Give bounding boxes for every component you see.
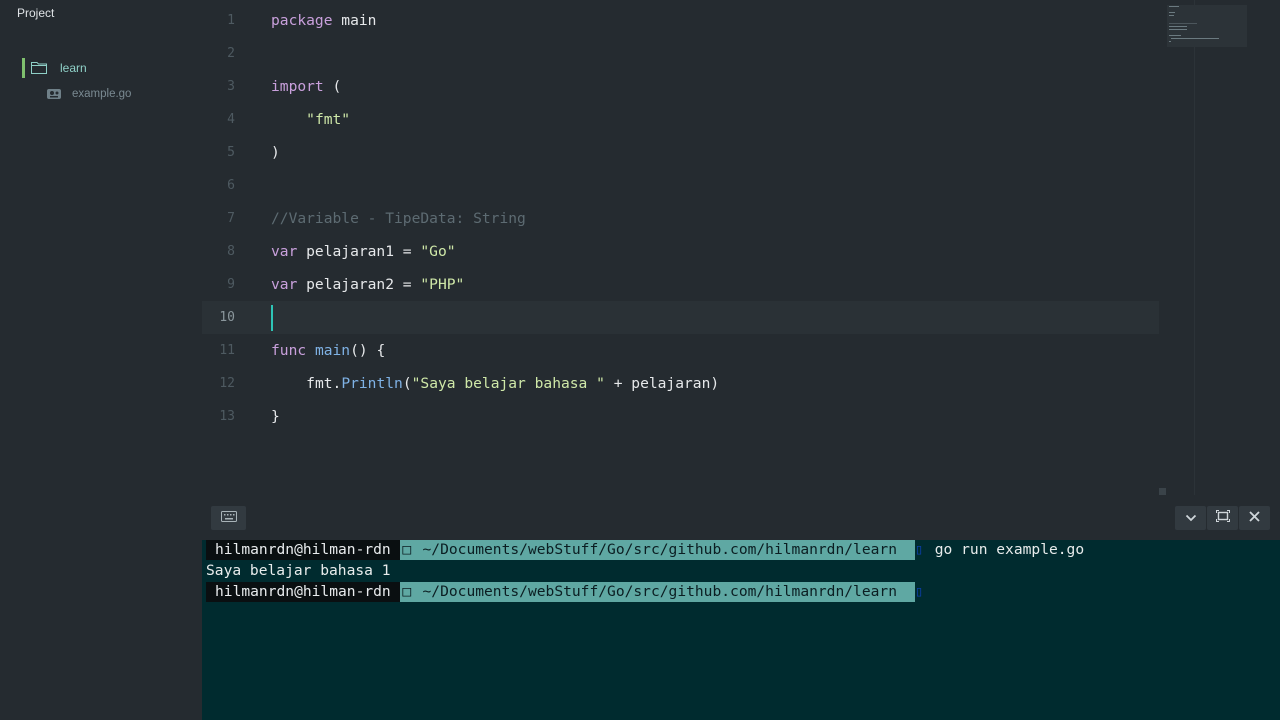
folder-label: learn	[60, 61, 87, 75]
code-text: }	[271, 408, 280, 425]
terminal-command: go run example.go	[934, 541, 1085, 558]
chevron-down-icon	[1185, 509, 1197, 527]
line-number: 12	[219, 376, 235, 391]
prompt-path: ~/Documents/webStuff/Go/src/github.com/h…	[413, 582, 915, 602]
line-number: 7	[227, 211, 235, 226]
wrap-guide	[1194, 0, 1195, 495]
line-number: 8	[227, 244, 235, 259]
prompt-separator-icon: □	[399, 582, 414, 602]
code-line[interactable]: 4 "fmt"	[202, 103, 1159, 136]
keyboard-icon	[220, 509, 237, 527]
maximize-terminal-button[interactable]	[1207, 506, 1238, 530]
go-file-icon	[47, 88, 61, 100]
prompt-path: ~/Documents/webStuff/Go/src/github.com/h…	[413, 540, 915, 560]
function-name: Println	[341, 375, 403, 392]
prompt-user: hilmanrdn@hilman-rdn	[206, 582, 400, 602]
minimap[interactable]	[1167, 5, 1247, 47]
line-number: 4	[227, 112, 235, 127]
line-number: 2	[227, 46, 235, 61]
string-literal: "PHP"	[420, 276, 465, 293]
line-number: 3	[227, 79, 235, 94]
root-marker	[22, 58, 25, 78]
code-line[interactable]: 6	[202, 169, 1159, 202]
terminal-line: hilmanrdn@hilman-rdn □ ~/Documents/webStu…	[206, 582, 925, 602]
sidebar-title: Project	[17, 6, 55, 20]
code-text: + pelajaran)	[604, 375, 720, 392]
code-line[interactable]: 7 //Variable - TipeData: String	[202, 202, 1159, 235]
code-line[interactable]: 12 fmt.Println("Saya belajar bahasa " + …	[202, 367, 1159, 400]
folder-icon	[31, 62, 47, 74]
code-line-active[interactable]: 10	[202, 301, 1159, 334]
keyboard-button[interactable]	[211, 506, 246, 530]
keyword: var	[271, 243, 298, 260]
code-text: fmt.	[306, 375, 342, 392]
string-literal: "Go"	[420, 243, 456, 260]
string-literal: "Saya belajar bahasa "	[411, 375, 605, 392]
code-editor[interactable]: 1 package main 2 3 import ( 4 "fmt" 5 ) …	[202, 0, 1280, 498]
code-text: (	[402, 375, 412, 392]
comment: //Variable - TipeData: String	[271, 210, 526, 227]
prompt-end-icon: ▯	[914, 583, 924, 600]
maximize-icon	[1215, 509, 1230, 527]
keyword: package	[271, 12, 333, 29]
scrollbar-handle[interactable]	[1159, 488, 1166, 495]
line-number: 11	[219, 343, 235, 358]
line-number: 9	[227, 277, 235, 292]
code-line[interactable]: 8 var pelajaran1 = "Go"	[202, 235, 1159, 268]
keyword: var	[271, 276, 298, 293]
code-text: pelajaran2 =	[297, 276, 421, 293]
terminal-toolbar	[202, 498, 1280, 540]
code-text: pelajaran1 =	[297, 243, 421, 260]
terminal-output: Saya belajar bahasa 1	[206, 562, 391, 579]
terminal-line: Saya belajar bahasa 1	[206, 561, 391, 581]
code-line[interactable]: 13 }	[202, 400, 1159, 433]
code-line[interactable]: 9 var pelajaran2 = "PHP"	[202, 268, 1159, 301]
line-number: 6	[227, 178, 235, 193]
code-line[interactable]: 11 func main() {	[202, 334, 1159, 367]
tree-folder-learn[interactable]: learn	[22, 58, 87, 78]
prompt-user: hilmanrdn@hilman-rdn	[206, 540, 400, 560]
tree-file-example-go[interactable]: example.go	[47, 86, 131, 102]
code-line[interactable]: 3 import (	[202, 70, 1159, 103]
file-label: example.go	[72, 88, 132, 100]
project-sidebar: Project learn example.go	[0, 0, 202, 720]
keyword: func	[271, 342, 307, 359]
line-number: 1	[227, 13, 235, 28]
terminal[interactable]: hilmanrdn@hilman-rdn □ ~/Documents/webStu…	[202, 540, 1280, 720]
line-number: 13	[219, 409, 235, 424]
collapse-terminal-button[interactable]	[1175, 506, 1206, 530]
code-text: )	[271, 144, 280, 161]
terminal-line: hilmanrdn@hilman-rdn □ ~/Documents/webStu…	[206, 540, 1084, 560]
function-name: main	[314, 342, 351, 359]
line-number: 5	[227, 145, 235, 160]
code-line[interactable]: 2	[202, 37, 1159, 70]
prompt-separator-icon: □	[399, 540, 414, 560]
keyword: import	[271, 78, 324, 95]
prompt-end-icon: ▯	[914, 541, 924, 558]
string-literal: "fmt"	[306, 111, 351, 128]
code-text: (	[323, 78, 342, 95]
close-icon	[1249, 509, 1260, 527]
code-line[interactable]: 5 )	[202, 136, 1159, 169]
code-line[interactable]: 1 package main	[202, 4, 1159, 37]
line-number: 10	[219, 310, 235, 325]
close-terminal-button[interactable]	[1239, 506, 1270, 530]
text-cursor	[271, 305, 273, 331]
code-text: () {	[350, 342, 386, 359]
code-text: main	[332, 12, 377, 29]
